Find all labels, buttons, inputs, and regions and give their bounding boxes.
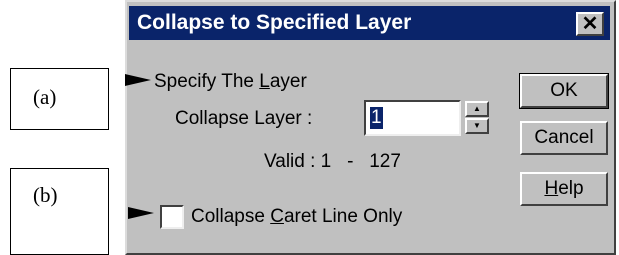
- dialog-title: Collapse to Specified Layer: [137, 11, 412, 34]
- callout-a: (a): [10, 68, 109, 130]
- collapse-layer-input[interactable]: 1: [364, 100, 461, 136]
- spin-up-button[interactable]: ▲: [465, 101, 489, 117]
- spin-up-icon: ▲: [473, 104, 481, 113]
- spin-down-button[interactable]: ▼: [465, 118, 489, 134]
- callout-b-label: (b): [33, 183, 58, 207]
- help-button[interactable]: Help: [520, 172, 608, 206]
- specify-layer-label: Specify The Layer: [154, 71, 307, 92]
- dialog-titlebar[interactable]: Collapse to Specified Layer ✕: [129, 6, 610, 40]
- callout-a-label: (a): [33, 85, 57, 109]
- collapse-layer-value: 1: [370, 107, 383, 129]
- ok-button[interactable]: OK: [519, 73, 609, 109]
- arrow-a-icon: [125, 74, 151, 86]
- valid-range-label: Valid : 1 - 127: [264, 151, 401, 172]
- close-icon: ✕: [581, 13, 599, 35]
- collapse-dialog: Collapse to Specified Layer ✕ Specify Th…: [125, 0, 616, 255]
- cancel-button[interactable]: Cancel: [520, 121, 608, 155]
- spin-down-icon: ▼: [473, 121, 481, 130]
- collapse-caret-checkbox[interactable]: [160, 205, 184, 229]
- callout-b: (b): [10, 168, 109, 255]
- close-button[interactable]: ✕: [576, 12, 604, 36]
- checkbox-label: Collapse Caret Line Only: [191, 206, 403, 227]
- arrow-b-icon: [128, 207, 154, 219]
- collapse-layer-label: Collapse Layer :: [175, 108, 313, 129]
